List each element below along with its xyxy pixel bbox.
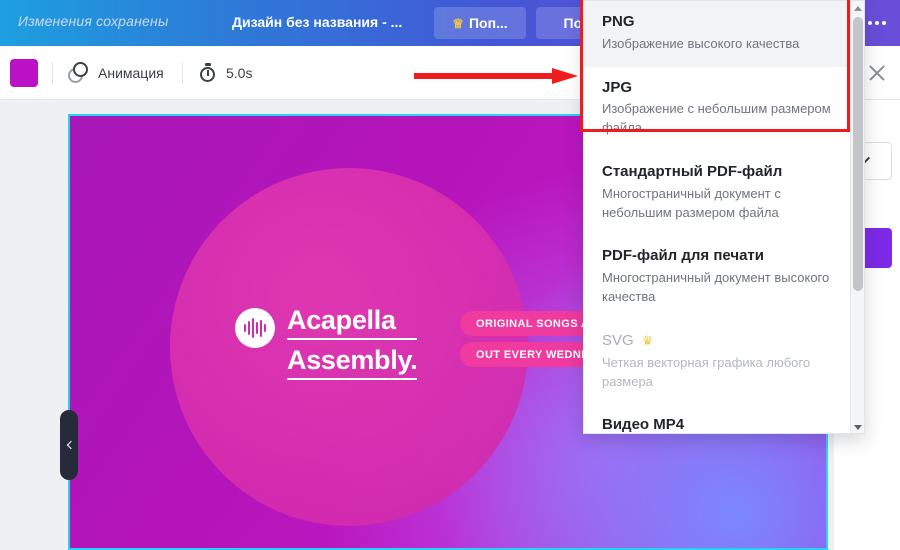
scrollbar-thumb[interactable] (853, 17, 863, 291)
export-option-description: Многостраничный документ с небольшим раз… (602, 185, 781, 220)
app-root: Изменения сохранены Дизайн без названия … (0, 0, 900, 550)
crown-icon: ♛ (641, 333, 654, 349)
export-option-title: PDF-файл для печати (602, 247, 832, 266)
upgrade-pro-button[interactable]: ♕ Поп... (434, 7, 526, 39)
export-option-title-text: PNG (602, 13, 635, 30)
toolbar-divider-1 (52, 62, 53, 84)
animation-button[interactable]: Анимация (68, 60, 164, 86)
export-format-dropdown[interactable]: PNG Изображение высокого качества JPG Изобр… (583, 0, 865, 434)
crown-icon: ♕ (452, 15, 464, 31)
export-option-title-text: Видео MP4 (602, 416, 685, 434)
document-title[interactable]: Дизайн без названия - ... (232, 14, 402, 30)
animation-icon (68, 62, 90, 84)
export-option-png[interactable]: PNG Изображение высокого качества (584, 1, 850, 67)
stopwatch-icon (198, 63, 218, 83)
scroll-up-arrow-icon[interactable] (851, 1, 864, 16)
toolbar-divider-2 (182, 62, 183, 84)
export-option-title: Стандартный PDF-файл (602, 163, 832, 182)
more-options-icon[interactable] (860, 7, 894, 39)
close-icon[interactable] (864, 60, 890, 86)
scroll-down-arrow-icon[interactable] (851, 420, 864, 433)
dot-1 (868, 21, 872, 25)
export-format-list: PNG Изображение высокого качества JPG Изобр… (584, 1, 850, 434)
export-option-pdf[interactable]: PDF-файл для печати Многостраничный докум… (584, 235, 850, 319)
dot-2 (875, 21, 879, 25)
export-option-title: SVG ♛ (602, 332, 832, 351)
export-option-title: JPG (602, 79, 832, 98)
save-status-text: Изменения сохранены (18, 13, 169, 29)
export-option-jpg[interactable]: JPG Изображение с небольшим размером файл… (584, 67, 850, 151)
export-option-pdf[interactable]: Стандартный PDF-файл Многостраничный доку… (584, 151, 850, 235)
dropdown-scrollbar[interactable] (850, 1, 864, 433)
export-option-title-text: SVG (602, 331, 634, 349)
export-option-description: Изображение с небольшим размером файла (602, 101, 831, 136)
duration-button[interactable]: 5.0s (198, 60, 252, 86)
export-option-description: Многостраничный документ высокого качест… (602, 270, 830, 305)
duration-label: 5.0s (226, 65, 253, 81)
export-option-description: Изображение высокого качества (602, 35, 800, 51)
export-option-title-text: PDF-файл для печати (602, 247, 764, 265)
upgrade-pro-label: Поп... (468, 15, 508, 31)
animation-label: Анимация (98, 65, 164, 81)
export-option-title-text: Стандартный PDF-файл (602, 163, 783, 181)
export-option-title: PNG (602, 13, 832, 32)
export-option-svg: SVG ♛ Четкая векторная графика любого разм… (584, 320, 850, 404)
export-option-title-text: JPG (602, 78, 633, 96)
export-option-description: Четкая векторная графика любого размера (602, 354, 811, 389)
export-option-mp4[interactable]: Видео MP4Видео высокого качества (584, 404, 850, 434)
collapse-panel-handle[interactable] (60, 410, 78, 480)
background-color-swatch[interactable] (10, 59, 38, 87)
export-option-title: Видео MP4 (602, 416, 832, 434)
chevron-left-icon (66, 440, 75, 450)
dot-3 (882, 21, 886, 25)
